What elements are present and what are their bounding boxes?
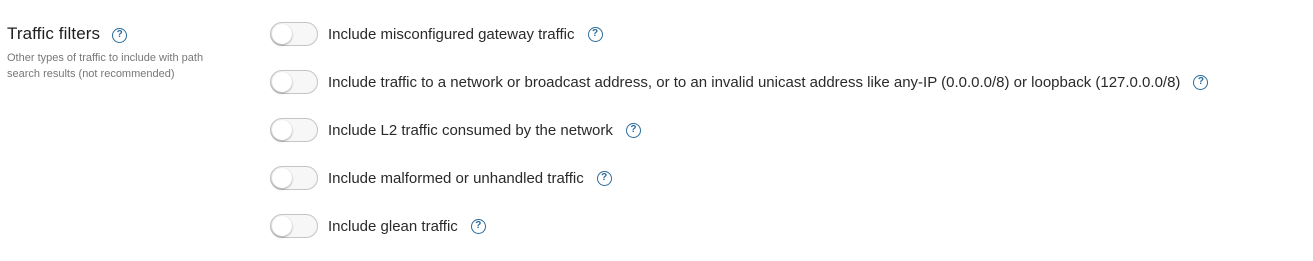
- help-icon[interactable]: ?: [596, 170, 612, 186]
- toggle-knob: [272, 216, 292, 236]
- filter-option-malformed-traffic: Include malformed or unhandled traffic ?: [270, 165, 612, 191]
- filter-label: Include misconfigured gateway traffic: [328, 25, 575, 43]
- filter-label: Include glean traffic: [328, 217, 458, 235]
- filter-option-l2-traffic: Include L2 traffic consumed by the netwo…: [270, 117, 641, 143]
- toggle-switch[interactable]: [270, 70, 318, 94]
- toggle-knob: [272, 24, 292, 44]
- help-icon[interactable]: ?: [112, 27, 128, 43]
- toggle-switch[interactable]: [270, 118, 318, 142]
- help-icon[interactable]: ?: [470, 218, 486, 234]
- filter-label: Include L2 traffic consumed by the netwo…: [328, 121, 613, 139]
- section-description: Other types of traffic to include with p…: [7, 52, 204, 80]
- help-icon[interactable]: ?: [625, 122, 641, 138]
- toggle-switch[interactable]: [270, 214, 318, 238]
- filter-label: Include malformed or unhandled traffic: [328, 169, 584, 187]
- help-icon[interactable]: ?: [1193, 74, 1209, 90]
- toggle-switch[interactable]: [270, 166, 318, 190]
- toggle-knob: [272, 72, 292, 92]
- section-title: Traffic filters: [7, 24, 101, 43]
- help-icon[interactable]: ?: [587, 26, 603, 42]
- section-title-row: Traffic filters ?: [7, 22, 247, 46]
- toggle-knob: [272, 168, 292, 188]
- filter-label: Include traffic to a network or broadcas…: [328, 73, 1181, 91]
- toggle-knob: [272, 120, 292, 140]
- traffic-filters-header: Traffic filters ? Other types of traffic…: [7, 22, 247, 82]
- toggle-switch[interactable]: [270, 22, 318, 46]
- filter-option-broadcast-address: Include traffic to a network or broadcas…: [270, 69, 1209, 95]
- filter-option-glean-traffic: Include glean traffic ?: [270, 213, 486, 239]
- filter-option-misconfigured-gateway: Include misconfigured gateway traffic ?: [270, 21, 603, 47]
